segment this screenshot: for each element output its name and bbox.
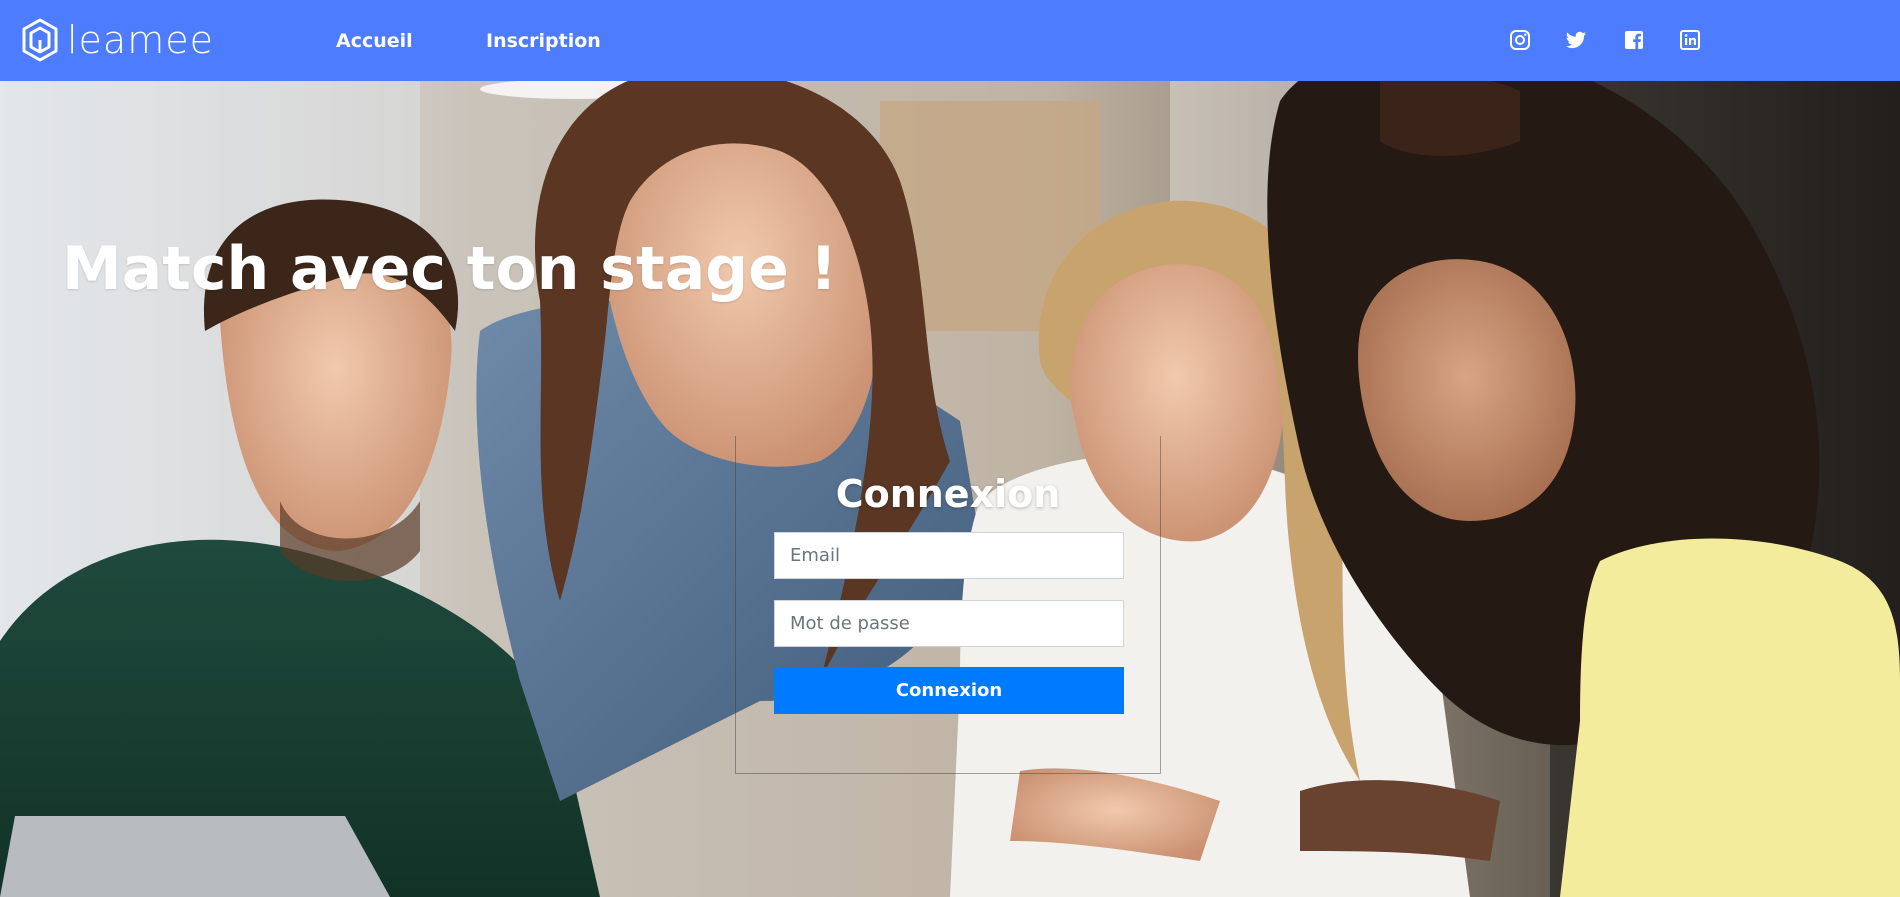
password-input[interactable] (774, 600, 1124, 647)
linkedin-icon[interactable] (1678, 28, 1702, 52)
login-form: Connexion Connexion (735, 436, 1161, 774)
hero-section: Match avec ton stage ! Connexion Connexi… (0, 81, 1900, 897)
page: leamee Accueil Inscription Match avec to… (0, 0, 1900, 897)
navbar: leamee Accueil Inscription (0, 0, 1900, 81)
logo-icon (21, 18, 59, 62)
twitter-icon[interactable] (1564, 28, 1588, 52)
login-title: Connexion (835, 472, 1061, 516)
brand-name: leamee (67, 18, 214, 62)
brand-logo-link[interactable]: leamee (21, 17, 214, 63)
login-submit-button[interactable]: Connexion (774, 667, 1124, 714)
hero-title: Match avec ton stage ! (62, 234, 838, 304)
instagram-icon[interactable] (1508, 28, 1532, 52)
nav-link-inscription[interactable]: Inscription (486, 28, 601, 54)
nav-link-accueil[interactable]: Accueil (336, 28, 413, 54)
facebook-icon[interactable] (1622, 28, 1646, 52)
email-input[interactable] (774, 532, 1124, 579)
